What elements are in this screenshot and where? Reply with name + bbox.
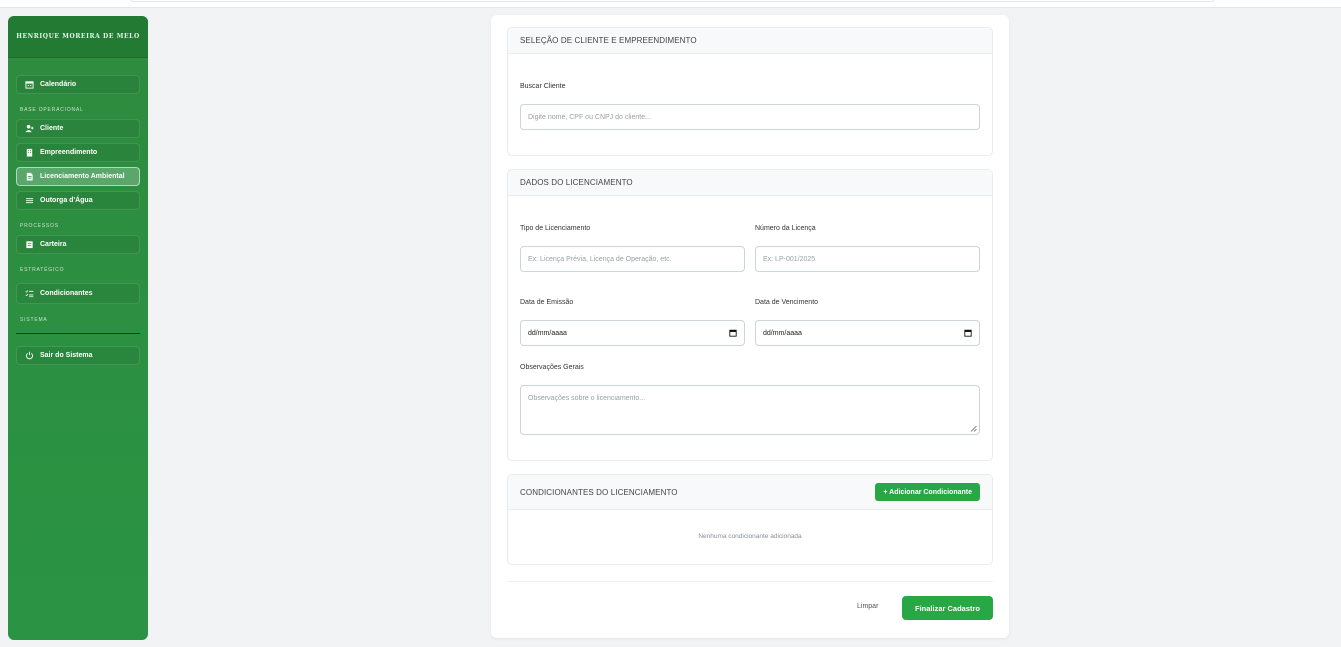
due-date-input[interactable]: dd/mm/aaaa: [755, 320, 980, 346]
license-type-input[interactable]: Ex: Licença Prévia, Licença de Operação,…: [520, 246, 745, 272]
placeholder: Observações sobre o licenciamento...: [528, 395, 646, 402]
date-value: dd/mm/aaaa: [528, 329, 567, 337]
top-bar: [0, 0, 1341, 8]
section-system: SISTEMA: [20, 317, 48, 323]
license-type-label: Tipo de Licenciamento: [520, 225, 591, 232]
calendar-picker-icon[interactable]: [729, 329, 737, 337]
user-name: HENRIQUE MOREIRA DE MELO: [16, 33, 140, 40]
date-value: dd/mm/aaaa: [763, 329, 802, 337]
sidebar-item-licensing[interactable]: Licenciamento Ambiental: [16, 167, 140, 186]
sidebar-header: HENRIQUE MOREIRA DE MELO: [8, 16, 148, 58]
sidebar: HENRIQUE MOREIRA DE MELO Calendário BASE…: [8, 16, 148, 640]
license-number-input[interactable]: Ex: LP-001/2025: [755, 246, 980, 272]
add-condition-button[interactable]: + Adicionar Condicionante: [875, 483, 980, 501]
sidebar-item-label: Cliente: [40, 125, 64, 132]
water-lines-icon: [25, 196, 34, 205]
card-title: DADOS DO LICENCIAMENTO: [520, 178, 633, 187]
clear-button[interactable]: Limpar: [857, 603, 878, 610]
issue-date-label: Data de Emissão: [520, 299, 574, 306]
notes-textarea[interactable]: Observações sobre o licenciamento...: [520, 385, 980, 435]
sidebar-item-client[interactable]: Cliente: [16, 119, 140, 138]
card-title: SELEÇÃO DE CLIENTE E EMPREENDIMENTO: [520, 36, 697, 45]
sidebar-item-enterprise[interactable]: Empreendimento: [16, 143, 140, 162]
placeholder: Digite nome, CPF ou CNPJ do cliente...: [528, 113, 651, 121]
issue-date-input[interactable]: dd/mm/aaaa: [520, 320, 745, 346]
search-client-label: Buscar Cliente: [520, 83, 566, 90]
sidebar-item-label: Condicionantes: [40, 290, 93, 297]
card-header: DADOS DO LICENCIAMENTO: [508, 170, 992, 196]
sidebar-divider: [16, 333, 140, 334]
resize-handle-icon[interactable]: [970, 425, 977, 432]
due-date-label: Data de Vencimento: [755, 299, 819, 306]
sidebar-item-water[interactable]: Outorga d'Água: [16, 191, 140, 210]
actions-divider: [507, 581, 993, 582]
license-data-card: DADOS DO LICENCIAMENTO Tipo de Licenciam…: [507, 169, 993, 461]
empty-conditions-text: Nenhuma condicionante adicionada: [698, 533, 802, 540]
licensing-form: SELEÇÃO DE CLIENTE E EMPREENDIMENTO Busc…: [491, 15, 1009, 638]
section-base: BASE OPERACIONAL: [20, 107, 84, 113]
placeholder: Ex: Licença Prévia, Licença de Operação,…: [528, 255, 672, 263]
top-bar-tab: [130, 0, 1215, 2]
sidebar-item-label: Sair do Sistema: [40, 352, 93, 359]
conditions-card: CONDICIONANTES DO LICENCIAMENTO + Adicio…: [507, 474, 993, 565]
sidebar-item-label: Carteira: [40, 241, 67, 248]
section-processes: PROCESSOS: [20, 223, 59, 229]
sidebar-item-calendar[interactable]: Calendário: [16, 75, 140, 94]
sidebar-item-label: Licenciamento Ambiental: [40, 173, 125, 180]
add-user-icon: [25, 124, 34, 133]
card-header: CONDICIONANTES DO LICENCIAMENTO + Adicio…: [508, 475, 992, 510]
folder-icon: [25, 240, 34, 249]
card-title: CONDICIONANTES DO LICENCIAMENTO: [520, 487, 678, 497]
card-header: SELEÇÃO DE CLIENTE E EMPREENDIMENTO: [508, 28, 992, 54]
calendar-picker-icon[interactable]: [964, 329, 972, 337]
sidebar-item-label: Calendário: [40, 81, 77, 88]
calendar-icon: [25, 80, 34, 89]
license-number-label: Número da Licença: [755, 225, 816, 232]
checklist-icon: [25, 289, 34, 298]
building-icon: [25, 148, 34, 157]
placeholder: Ex: LP-001/2025: [763, 255, 816, 263]
client-selection-card: SELEÇÃO DE CLIENTE E EMPREENDIMENTO Busc…: [507, 27, 993, 156]
search-client-input[interactable]: Digite nome, CPF ou CNPJ do cliente...: [520, 104, 980, 130]
section-strategic: ESTRATÉGICO: [20, 267, 65, 273]
sidebar-item-logout[interactable]: Sair do Sistema: [16, 346, 140, 365]
sidebar-item-label: Outorga d'Água: [40, 197, 93, 204]
sidebar-item-label: Empreendimento: [40, 149, 98, 156]
sidebar-item-portfolio[interactable]: Carteira: [16, 235, 140, 254]
sidebar-item-conditions[interactable]: Condicionantes: [16, 283, 140, 304]
notes-label: Observações Gerais: [520, 364, 584, 371]
submit-button[interactable]: Finalizar Cadastro: [902, 596, 993, 620]
document-icon: [25, 172, 34, 181]
power-icon: [25, 351, 34, 360]
